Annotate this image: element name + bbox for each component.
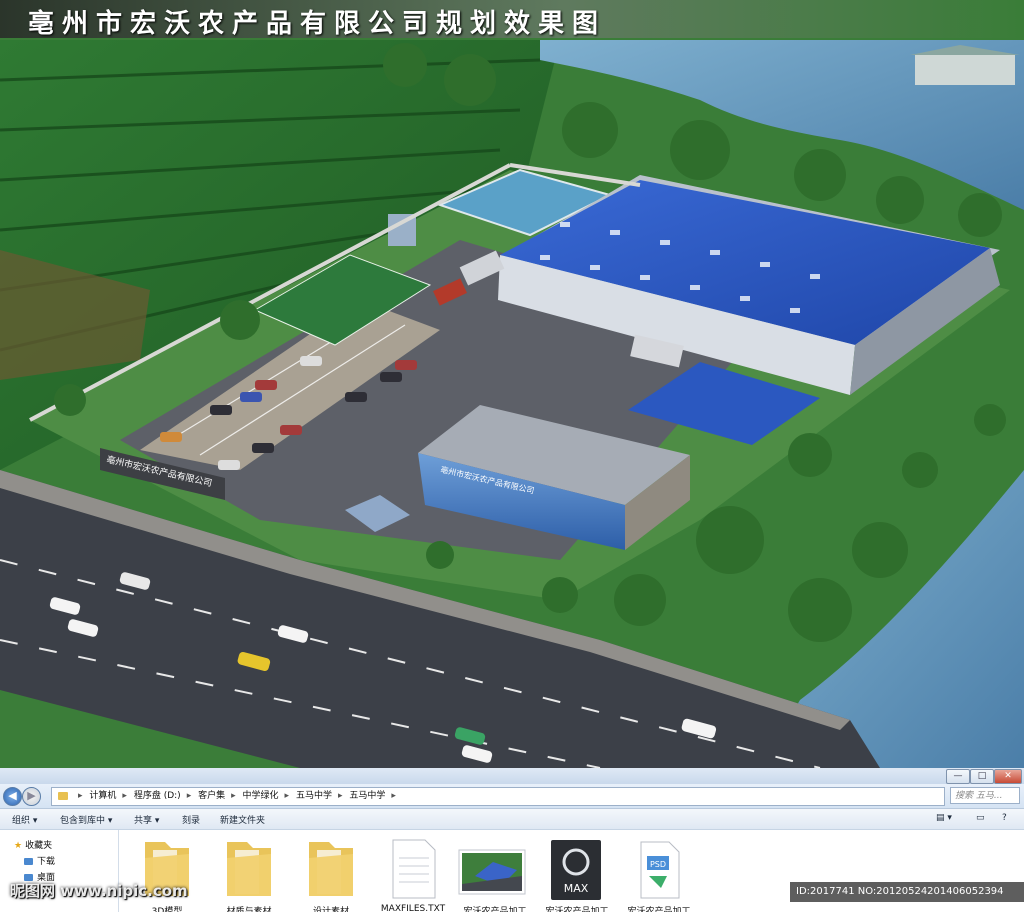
organize-menu[interactable]: 组织 ▾ [12, 813, 37, 826]
file-item-max[interactable]: MAX 宏沃农产品加工 [537, 836, 617, 912]
breadcrumb-wuma-school[interactable]: 五马中学 [296, 791, 332, 801]
text-file-icon [392, 839, 436, 899]
file-item-psd[interactable]: PSD 宏沃农产品加工 [619, 836, 699, 912]
share-menu[interactable]: 共享 ▾ [134, 813, 159, 826]
lakeside-house [915, 55, 1015, 85]
watermark-site: 昵图网 www.nipic.com [10, 882, 188, 900]
breadcrumb-drive-d[interactable]: 程序盘 (D:) [134, 791, 181, 801]
minimize-button[interactable]: — [946, 769, 970, 784]
search-input[interactable]: 搜索 五马... [950, 787, 1020, 804]
download-folder-icon [24, 858, 33, 865]
window-titlebar: — □ ✕ [0, 768, 1024, 784]
folder-icon [58, 791, 68, 800]
title-banner: 亳州市宏沃农产品有限公司规划效果图 [0, 0, 1024, 39]
breadcrumb-school-greening[interactable]: 中学绿化 [243, 791, 279, 801]
file-item-folder-design[interactable]: 设计素材 [291, 836, 371, 912]
svg-text:PSD: PSD [650, 860, 666, 869]
file-item-render-image[interactable]: 宏沃农产品加工 [455, 836, 535, 912]
photoshop-file-icon: PSD [640, 841, 680, 899]
include-in-library-menu[interactable]: 包含到库中 ▾ [60, 813, 112, 826]
3ds-max-icon: MAX [551, 840, 601, 900]
file-item-maxfiles-txt[interactable]: MAXFILES.TXT [373, 836, 453, 912]
back-button[interactable]: ◀ [3, 787, 22, 806]
nav-favorites[interactable]: ★ 收藏夹 [14, 838, 52, 851]
svg-text:MAX: MAX [564, 882, 589, 895]
command-bar: 组织 ▾ 包含到库中 ▾ 共享 ▾ 刻录 新建文件夹 ▤ ▾ ▭ ? [0, 809, 1024, 830]
maximize-button[interactable]: □ [970, 769, 994, 784]
site-plan-illustration: 亳州市宏沃农产品有限公司 亳州市宏沃农产品有限公司 [0, 0, 1024, 768]
folder-icon [227, 842, 271, 896]
watermark-id: ID:2017741 NO:20120524201406052394 [790, 882, 1024, 902]
page-title: 亳州市宏沃农产品有限公司规划效果图 [28, 9, 607, 39]
breadcrumb-clients[interactable]: 客户集 [198, 791, 225, 801]
preview-pane-icon[interactable]: ▭ [976, 813, 985, 823]
address-row: ◀ ▶ ▸ 计算机 ▸ 程序盘 (D:) ▸ 客户集 ▸ 中学绿化 ▸ 五马中学 ▸ 五马… [0, 784, 1024, 809]
star-icon: ★ [14, 841, 23, 851]
close-button[interactable]: ✕ [994, 769, 1022, 784]
breadcrumb-wuma-school-2[interactable]: 五马中学 [349, 791, 385, 801]
address-bar[interactable]: ▸ 计算机 ▸ 程序盘 (D:) ▸ 客户集 ▸ 中学绿化 ▸ 五马中学 ▸ 五马中学 ▸ [51, 787, 945, 806]
help-icon[interactable]: ? [1002, 813, 1007, 823]
folder-icon [309, 842, 353, 896]
breadcrumb-computer[interactable]: 计算机 [89, 791, 116, 801]
rendering-image: 亳州市宏沃农产品有限公司 亳州市宏沃农产品有限公司 亳州市宏沃农产品有限公司规划… [0, 0, 1024, 768]
file-item-folder-materials[interactable]: 材质与素材 [209, 836, 289, 912]
new-folder-button[interactable]: 新建文件夹 [220, 813, 265, 826]
forward-button[interactable]: ▶ [22, 787, 41, 806]
burn-button[interactable]: 刻录 [182, 813, 200, 826]
nav-downloads[interactable]: 下载 [24, 854, 55, 867]
view-options-icon[interactable]: ▤ ▾ [936, 813, 952, 823]
image-thumbnail-icon [458, 849, 526, 895]
